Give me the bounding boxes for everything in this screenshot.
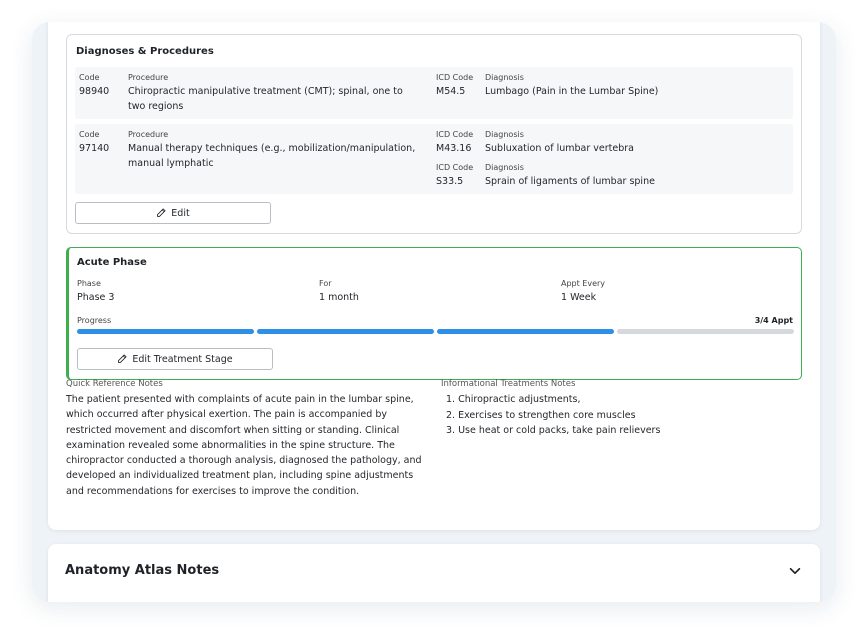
appt-frequency-label: Appt Every [561, 279, 606, 288]
phase-value: Phase 3 [77, 292, 115, 303]
icd-code-label: ICD Code [436, 163, 474, 172]
progress-segment [257, 329, 434, 334]
progress-segment [77, 329, 254, 334]
procedure-description: Manual therapy techniques (e.g., mobiliz… [128, 143, 416, 169]
phase-label: Phase [77, 279, 101, 288]
list-item: 2. Exercises to strengthen core muscles [446, 409, 636, 421]
diagnosis-description: Sprain of ligaments of lumbar spine [485, 176, 655, 187]
quick-notes-text: The patient presented with complaints of… [66, 394, 422, 497]
treatment-card: Diagnoses & Procedures Code 98940 Proced… [48, 22, 820, 530]
icd-code: M43.16 [436, 143, 472, 154]
info-notes-list: 1. Chiropractic adjustments, 2. Exercise… [441, 392, 660, 439]
pencil-icon [157, 208, 166, 217]
duration-value: 1 month [319, 292, 359, 303]
atlas-title: Anatomy Atlas Notes [65, 563, 220, 578]
app-frame: Diagnoses & Procedures Code 98940 Proced… [32, 22, 836, 602]
procedure-code: 97140 [79, 143, 110, 154]
duration-label: For [319, 279, 332, 288]
anatomy-atlas-accordion[interactable]: Anatomy Atlas Notes [48, 544, 820, 602]
procedure-row: Code 97140 Procedure Manual therapy tech… [75, 124, 793, 194]
edit-treatment-stage-label: Edit Treatment Stage [132, 353, 233, 365]
progress-segment [437, 329, 614, 334]
icd-code-label: ICD Code [436, 73, 474, 82]
code-label: Code [79, 130, 100, 139]
edit-button[interactable]: Edit [75, 202, 271, 224]
edit-treatment-stage-button[interactable]: Edit Treatment Stage [77, 348, 273, 370]
icd-code-label: ICD Code [436, 130, 474, 139]
procedure-code: 98940 [79, 86, 110, 97]
procedure-label: Procedure [128, 130, 169, 139]
info-notes-label: Informational Treatments Notes [441, 379, 576, 389]
list-item: 1. Chiropractic adjustments, [446, 394, 581, 405]
list-item: 3. Use heat or cold packs, take pain rel… [446, 425, 661, 436]
icd-code: M54.5 [436, 86, 466, 97]
quick-notes-label: Quick Reference Notes [66, 379, 163, 389]
procedure-label: Procedure [128, 73, 169, 82]
progress-label: Progress [77, 316, 112, 325]
phase-title: Acute Phase [77, 257, 147, 268]
progress-count: 3/4 Appt [754, 316, 793, 325]
diagnoses-title: Diagnoses & Procedures [76, 46, 214, 57]
progress-segment [617, 329, 794, 334]
code-label: Code [79, 73, 100, 82]
acute-phase-panel: Acute Phase Phase Phase 3 For 1 month Ap… [66, 247, 802, 380]
chevron-down-icon[interactable] [788, 564, 802, 578]
edit-button-label: Edit [171, 207, 190, 219]
diagnoses-procedures-panel: Diagnoses & Procedures Code 98940 Proced… [66, 34, 802, 234]
icd-code: S33.5 [436, 176, 464, 187]
pencil-icon [118, 354, 127, 363]
diagnosis-description: Subluxation of lumbar vertebra [485, 143, 634, 154]
procedure-row: Code 98940 Procedure Chiropractic manipu… [75, 67, 793, 119]
diagnosis-description: Lumbago (Pain in the Lumbar Spine) [485, 86, 659, 97]
procedure-description: Chiropractic manipulative treatment (CMT… [128, 86, 403, 112]
diagnosis-label: Diagnosis [485, 130, 524, 139]
diagnosis-label: Diagnosis [485, 163, 524, 172]
diagnosis-label: Diagnosis [485, 73, 524, 82]
appt-frequency-value: 1 Week [561, 292, 597, 303]
